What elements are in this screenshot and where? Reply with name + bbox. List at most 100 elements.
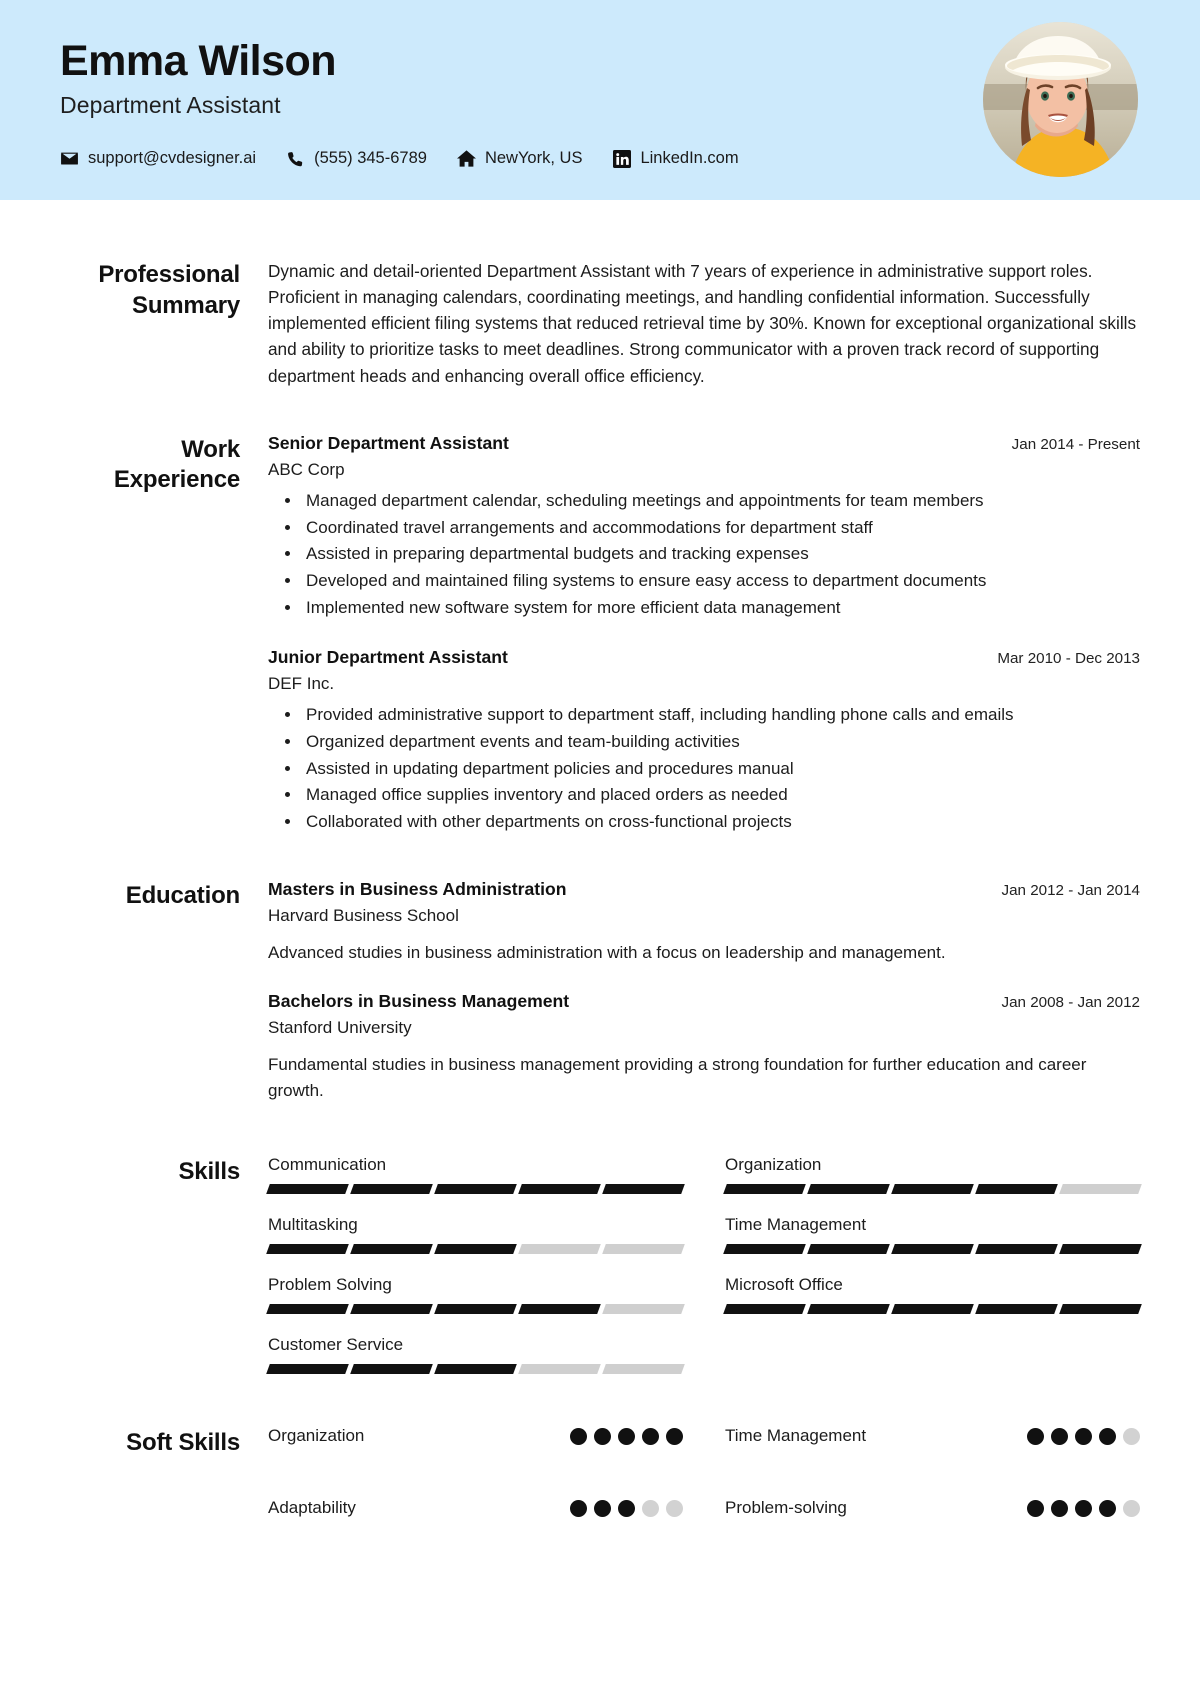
section-title-soft-skills: Soft Skills (126, 1429, 240, 1457)
skill-name: Time Management (725, 1215, 867, 1235)
soft-skill-rating (1027, 1499, 1140, 1517)
skill-bar-segment (602, 1364, 685, 1375)
experience-entry-organization: ABC Corp (268, 459, 345, 479)
experience-bullet: Managed department calendar, scheduling … (302, 488, 1140, 514)
section-title-experience: Work Experience (113, 435, 240, 494)
rating-dot (618, 1427, 635, 1445)
skill-bar-segment (434, 1304, 517, 1315)
experience-bullet: Organized department events and team-bui… (302, 729, 1140, 755)
experience-bullet: Implemented new software system for more… (302, 595, 1140, 621)
summary-text: Dynamic and detail-oriented Department A… (268, 261, 1137, 386)
skill-bar-segment (434, 1364, 517, 1375)
skill-bar-segment (266, 1244, 349, 1255)
education-entry-head: Masters in Business Administration Jan 20… (268, 879, 1140, 900)
candidate-job-title: Department Assistant (60, 92, 281, 119)
skill-bar-segment (891, 1244, 974, 1255)
contact-email-label: support@cvdesigner.ai (88, 149, 257, 168)
rating-dot (1075, 1427, 1092, 1445)
experience-entry-title: Senior Department Assistant (268, 432, 509, 453)
experience-bullet: Coordinated travel arrangements and acco… (302, 515, 1140, 541)
contact-email[interactable]: support@cvdesigner.ai (60, 149, 256, 168)
rating-dot (570, 1499, 587, 1517)
rating-dot (642, 1427, 659, 1445)
education-entry-organization: Harvard Business School (268, 905, 459, 925)
education-entry-title: Masters in Business Administration (268, 878, 567, 899)
rating-dot (1051, 1427, 1068, 1445)
experience-entry-title: Junior Department Assistant (268, 646, 508, 667)
experience-entry-head: Junior Department Assistant Mar 2010 - De… (268, 647, 1140, 668)
skill-bar-segment (1059, 1244, 1142, 1255)
experience-bullet: Assisted in updating department policies… (302, 756, 1140, 782)
skill-level-bar (723, 1244, 1142, 1255)
skill-bar-segment (1059, 1304, 1142, 1315)
home-icon (456, 149, 476, 168)
resume-body: Professional Summary Dynamic and detail-… (0, 258, 1200, 1518)
section-education: Education Masters in Business Administra… (60, 879, 1140, 1108)
skill-level-bar (266, 1184, 685, 1195)
education-entry-head: Bachelors in Business Management Jan 2008… (268, 991, 1140, 1012)
skill-item: Communication (266, 1155, 685, 1195)
skill-bar-segment (602, 1184, 685, 1195)
section-title-summary: Professional Summary (98, 261, 240, 319)
soft-skill-name: Time Management (725, 1426, 867, 1446)
soft-skill-item: Adaptability (268, 1498, 683, 1518)
experience-entry-date: Jan 2014 - Present (1011, 435, 1140, 453)
skill-bar-segment (434, 1184, 517, 1195)
rating-dot (1075, 1499, 1092, 1517)
experience-bullet: Assisted in preparing departmental budge… (302, 541, 1140, 567)
skill-item: Time Management (723, 1215, 1142, 1255)
skill-bar-segment (602, 1244, 685, 1255)
rating-dot (666, 1499, 683, 1517)
contact-linkedin[interactable]: LinkedIn.com (612, 149, 739, 168)
skill-name: Communication (268, 1155, 387, 1175)
skill-bar-segment (975, 1184, 1058, 1195)
skill-bar-segment (350, 1184, 433, 1195)
education-entry-title: Bachelors in Business Management (268, 991, 570, 1012)
soft-skill-rating (570, 1427, 683, 1445)
skill-bar-segment (434, 1244, 517, 1255)
education-entry-date: Jan 2012 - Jan 2014 (1001, 881, 1140, 899)
candidate-name: Emma Wilson (60, 37, 337, 85)
rating-dot (594, 1499, 611, 1517)
education-list: Masters in Business Administration Jan 20… (268, 879, 1140, 1108)
contact-phone[interactable]: (555) 345-6789 (286, 149, 427, 168)
skill-grid: Communication Organization Multitasking Tim… (266, 1155, 1142, 1375)
experience-entry-organization: DEF Inc. (268, 673, 335, 693)
experience-bullet: Developed and maintained filing systems … (302, 568, 1140, 594)
section-title-education: Education (125, 881, 240, 909)
skill-bar-segment (350, 1304, 433, 1315)
section-soft-skills: Soft Skills Organization Time Management A… (60, 1426, 1140, 1518)
section-work-experience: Work Experience Senior Department Assist… (60, 433, 1140, 839)
experience-bullet-list: Provided administrative support to depar… (268, 702, 1140, 835)
experience-entry: Junior Department Assistant Mar 2010 - De… (268, 647, 1140, 835)
avatar (983, 22, 1138, 177)
envelope-icon (60, 149, 79, 168)
rating-dot (1099, 1427, 1116, 1445)
skill-name: Organization (725, 1155, 822, 1175)
skill-bar-segment (723, 1184, 806, 1195)
experience-bullet: Managed office supplies inventory and pl… (302, 782, 1140, 808)
skill-bar-segment (518, 1364, 601, 1375)
section-skills: Skills Communication Organization Multitas… (60, 1155, 1142, 1375)
rating-dot (1027, 1427, 1044, 1445)
soft-skill-name: Organization (268, 1426, 365, 1446)
rating-dot (1099, 1499, 1116, 1517)
experience-bullet-list: Managed department calendar, scheduling … (268, 488, 1140, 621)
education-entry-date: Jan 2008 - Jan 2012 (1001, 994, 1140, 1012)
rating-dot (1027, 1499, 1044, 1517)
education-entry-organization: Stanford University (268, 1018, 412, 1038)
education-entry: Masters in Business Administration Jan 20… (268, 879, 1140, 966)
experience-bullet: Collaborated with other departments on c… (302, 809, 1140, 835)
skill-bar-segment (266, 1304, 349, 1315)
soft-skill-name: Problem-solving (725, 1498, 847, 1518)
education-entry: Bachelors in Business Management Jan 2008… (268, 991, 1140, 1103)
skill-item: Problem Solving (266, 1275, 685, 1315)
skill-level-bar (266, 1364, 685, 1375)
contact-location[interactable]: NewYork, US (456, 149, 582, 168)
section-title-skills: Skills (178, 1158, 240, 1186)
soft-skill-rating (570, 1499, 683, 1517)
skill-bar-segment (266, 1184, 349, 1195)
experience-entry-date: Mar 2010 - Dec 2013 (997, 649, 1140, 667)
skill-bar-segment (350, 1364, 433, 1375)
skill-bar-segment (602, 1304, 685, 1315)
